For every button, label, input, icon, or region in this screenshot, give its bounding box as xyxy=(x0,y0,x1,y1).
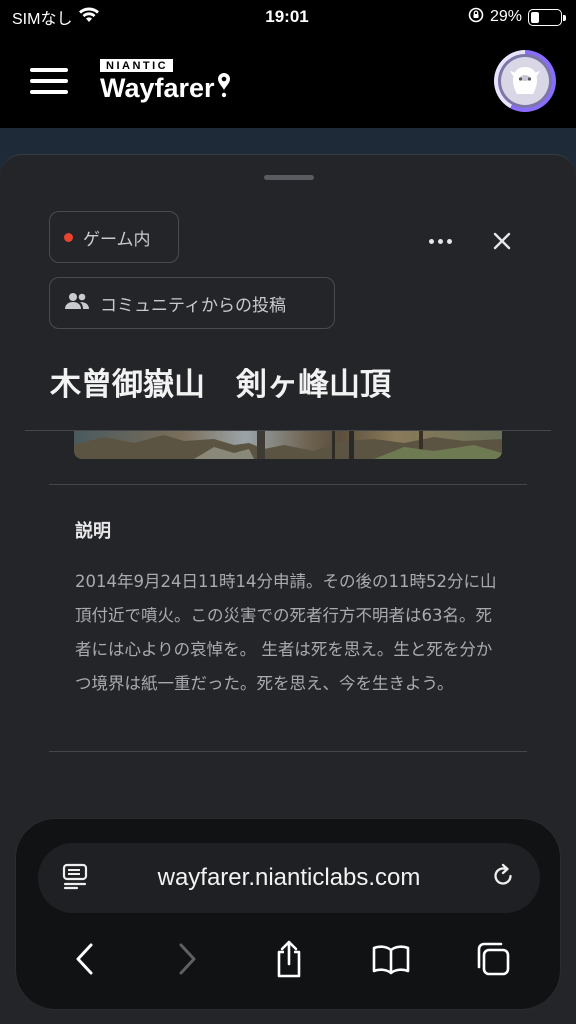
description-text: 2014年9月24日11時14分申請。その後の11時52分に山頂付近で噴火。この… xyxy=(75,572,497,693)
sheet-grabber[interactable] xyxy=(264,175,314,180)
close-icon[interactable] xyxy=(488,227,516,255)
bookmarks-icon[interactable] xyxy=(363,931,419,987)
wayfarer-logo[interactable]: NIANTIC Wayfarer xyxy=(100,58,231,104)
menu-icon[interactable] xyxy=(30,68,68,94)
clock: 19:01 xyxy=(265,7,309,26)
reload-icon[interactable] xyxy=(490,863,516,893)
logo-wordmark: Wayfarer xyxy=(100,72,215,103)
community-chip: コミュニティからの投稿 xyxy=(49,277,335,329)
in-game-chip: ゲーム内 xyxy=(49,211,179,263)
pin-icon xyxy=(217,72,231,104)
battery-level xyxy=(531,11,540,23)
browser-toolbar xyxy=(16,931,562,987)
description-heading: 説明 xyxy=(75,521,111,542)
rotation-lock-icon xyxy=(468,7,484,28)
status-bar: SIMなし 19:01 29% xyxy=(0,0,576,34)
battery-percent: 29% xyxy=(489,8,522,25)
page-title: 木曾御嶽山 剣ヶ峰山頂 xyxy=(50,367,391,403)
address-bar[interactable]: wayfarer.nianticlabs.com xyxy=(38,843,540,913)
page: SIMなし 19:01 29% NIANTIC Wayfarer ゲーム内 コミ… xyxy=(0,0,576,1024)
status-dot-icon xyxy=(64,232,73,242)
back-icon[interactable] xyxy=(57,931,113,987)
browser-bottom-bar: wayfarer.nianticlabs.com xyxy=(15,818,561,1010)
tabs-icon[interactable] xyxy=(465,931,521,987)
app-header: NIANTIC Wayfarer xyxy=(0,34,576,128)
in-game-label: ゲーム内 xyxy=(83,229,151,250)
wayspot-photo[interactable] xyxy=(74,431,502,459)
avatar-image xyxy=(501,57,549,105)
divider xyxy=(49,751,527,752)
carrier-label: SIMなし xyxy=(12,11,73,28)
forward-icon[interactable] xyxy=(159,931,215,987)
page-menu-icon[interactable] xyxy=(62,862,88,894)
share-icon[interactable] xyxy=(261,931,317,987)
more-options-icon[interactable] xyxy=(426,227,454,255)
wifi-icon xyxy=(78,7,100,28)
divider xyxy=(49,484,527,485)
logo-niantic-text: NIANTIC xyxy=(100,58,174,72)
battery-icon xyxy=(528,8,566,26)
url-text: wayfarer.nianticlabs.com xyxy=(157,864,421,891)
avatar[interactable] xyxy=(494,50,556,112)
people-icon xyxy=(64,292,90,315)
community-label: コミュニティからの投稿 xyxy=(100,295,286,316)
